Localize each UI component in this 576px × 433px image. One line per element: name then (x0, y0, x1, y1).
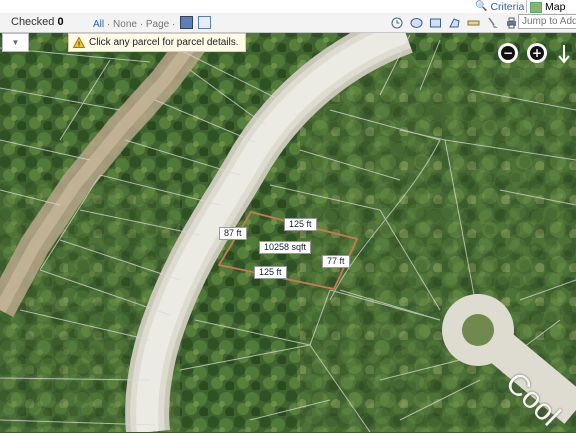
broom-icon[interactable] (485, 16, 499, 30)
select-all-link[interactable]: All (93, 19, 104, 30)
plus-icon: + (530, 46, 544, 60)
checked-count: Checked 0 (11, 16, 64, 28)
print-icon[interactable] (504, 16, 518, 30)
minus-icon: − (501, 46, 515, 60)
map-toolbar: Checked 0 All · None · Page · (0, 13, 576, 33)
select-none-link[interactable]: None (113, 19, 137, 30)
tab-criteria[interactable]: 🔍 Criteria (472, 0, 524, 13)
separator: · (106, 19, 111, 30)
lasso-tool-icon[interactable] (197, 16, 211, 29)
parcel-left-length: 87 ft (219, 227, 247, 240)
map-tools (390, 14, 537, 31)
checked-label: Checked (11, 16, 55, 28)
select-page-link[interactable]: Page (146, 19, 169, 30)
tab-map-label: Map (545, 1, 566, 13)
parcel-hint: ! Click any parcel for parcel details. (68, 33, 246, 52)
checked-value: 0 (57, 16, 64, 28)
circle-draw-icon[interactable] (409, 16, 423, 30)
parcel-area: 10258 sqft (259, 241, 312, 254)
search-icon: 🔍 (475, 1, 488, 12)
parcel-top-length: 125 ft (284, 218, 317, 231)
zoom-in-button[interactable]: + (527, 43, 547, 63)
svg-text:!: ! (78, 41, 81, 49)
layer-dropdown[interactable]: ▼ (2, 33, 29, 52)
parcel-bottom-length: 125 ft (254, 266, 287, 279)
select-links: All · None · Page · (93, 16, 211, 30)
tab-map[interactable]: Map (526, 0, 576, 14)
jump-to-address-input[interactable] (518, 14, 576, 29)
tab-criteria-label: Criteria (490, 0, 525, 13)
select-tool-icon[interactable] (180, 16, 194, 29)
north-arrow-icon[interactable] (556, 44, 572, 64)
zoom-out-button[interactable]: − (498, 43, 518, 63)
separator: · (139, 19, 144, 30)
map-canvas[interactable] (0, 0, 576, 432)
polygon-draw-icon[interactable] (447, 16, 461, 30)
separator: · (171, 19, 176, 30)
warning-icon: ! (73, 37, 85, 48)
ruler-icon[interactable] (466, 16, 480, 30)
tab-strip: 🔍 Criteria Map (0, 0, 576, 14)
parcel-right-length: 77 ft (322, 255, 350, 268)
clock-icon[interactable] (390, 16, 404, 30)
hint-text: Click any parcel for parcel details. (89, 37, 239, 48)
rectangle-draw-icon[interactable] (428, 16, 442, 30)
chevron-down-icon: ▼ (11, 38, 20, 47)
map-icon (530, 1, 542, 13)
